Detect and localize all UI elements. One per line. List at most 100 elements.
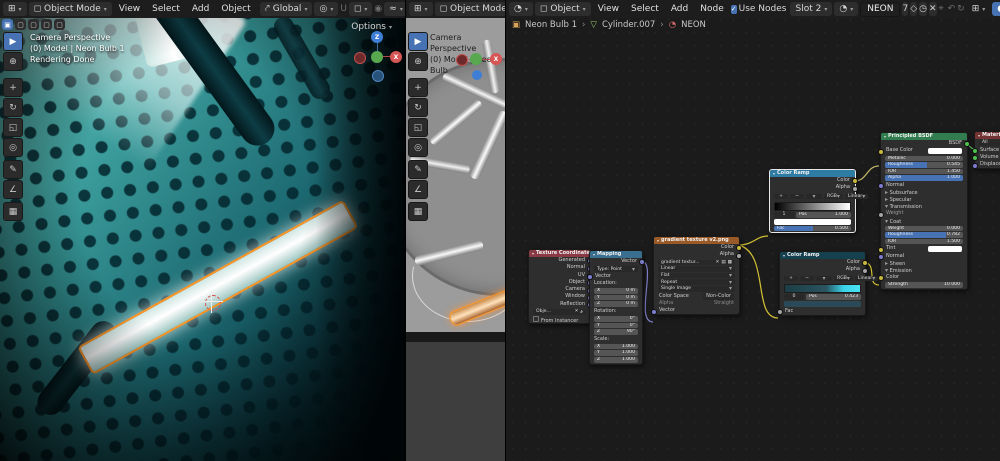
location-x[interactable]: X0 m <box>594 288 638 294</box>
gizmo-x-axis[interactable]: X <box>490 53 502 65</box>
breadcrumb-material[interactable]: NEON <box>681 20 706 30</box>
open-image-icon[interactable]: ▦ <box>728 260 732 265</box>
input-vector[interactable]: Vector <box>587 273 642 281</box>
ior-slider[interactable]: IOR 1.450 <box>885 168 963 175</box>
input-fac[interactable]: Fac <box>777 308 865 316</box>
fake-user-icon[interactable]: ◷ <box>919 2 927 16</box>
scale-y[interactable]: Y 1.000 <box>594 350 638 356</box>
coat-weight-slider[interactable]: Weight 0.000 <box>885 225 963 232</box>
input-displacement[interactable]: Displacement <box>972 161 1000 169</box>
tool-move[interactable]: + <box>3 78 23 97</box>
new-image-icon[interactable]: ▤ <box>721 260 725 265</box>
output-camera[interactable]: Camera <box>529 286 593 294</box>
input-normal[interactable]: Normal <box>878 182 967 190</box>
coat-ior-slider[interactable]: IOR 1.500 <box>885 238 963 245</box>
node-texture-coordinate[interactable]: ▾ Texture Coordinate Generated Normal UV … <box>528 249 593 324</box>
tool-rotate[interactable]: ↻ <box>408 98 428 117</box>
select-new-icon[interactable]: ▣ <box>2 19 13 30</box>
node-material-output[interactable]: ▾Material O All Surface Volume Displacem… <box>972 131 1000 170</box>
interpolation-dropdown[interactable]: Linear ▾ <box>658 265 735 272</box>
viewport-rendered[interactable]: ⊞ ▾ ◻ Object Mode ▾ View Select Add Object … <box>0 0 405 461</box>
rotation-z[interactable]: Z 90° <box>594 329 638 335</box>
rotation-x[interactable]: X 0° <box>594 315 638 322</box>
scale-x[interactable]: X 1.000 <box>594 343 638 350</box>
stop-position[interactable]: Pos 0.423 <box>806 294 861 300</box>
shader-editor[interactable]: ◔ ▾ ◻ Object ▾ View Select Add Node ✓ Use N… <box>506 0 1000 461</box>
ramp-specials-menu[interactable]: ▾ <box>816 275 832 282</box>
sheen-panel[interactable]: ▸ Sheen <box>881 260 967 267</box>
mode-dropdown[interactable]: ◻Object Mode▾ <box>434 2 505 16</box>
unlink-icon[interactable]: ✕ <box>928 2 937 16</box>
coat-tint-row[interactable]: Tint <box>878 245 967 253</box>
tool-transform[interactable]: ◎ <box>408 138 428 157</box>
output-vector[interactable]: Vector <box>590 258 645 266</box>
menu-object[interactable]: Object <box>216 4 255 14</box>
stop-position[interactable]: Pos 1.000 <box>796 212 851 218</box>
object-field[interactable]: Obje... ✕ ⌕ <box>533 309 586 315</box>
node-image-texture[interactable]: ▾ gradient texture v2.png Color Alpha gra… <box>651 236 742 316</box>
emission-strength-slider[interactable]: Strength 10.000 <box>885 282 963 288</box>
tool-transform[interactable]: ◎ <box>3 138 23 157</box>
tool-measure[interactable]: ∠ <box>408 180 428 199</box>
viewport-solid[interactable]: ⊞▾ ◻Object Mode▾ Vie ▶ ⊕ + ↻ ◱ ◎ ✎ ∠ ▦ C… <box>406 0 505 461</box>
tool-scale[interactable]: ◱ <box>3 118 23 137</box>
coat-panel[interactable]: ▾ Coat <box>881 218 967 225</box>
remove-stop-button[interactable]: − <box>790 193 804 200</box>
material-name-field[interactable]: NEON <box>860 1 901 17</box>
ramp-specials-menu[interactable]: ▾ <box>806 193 822 200</box>
gizmo-x-neg[interactable] <box>456 54 468 66</box>
interpolation-dropdown[interactable]: Linear ▾ <box>844 193 869 200</box>
pin-icon[interactable]: ⌖ <box>939 2 944 16</box>
select-extend-icon[interactable]: ▢ <box>15 19 26 30</box>
tool-scale[interactable]: ◱ <box>408 118 428 137</box>
node-principled-bsdf[interactable]: ▾ Principled BSDF BSDF Base Color Metalli… <box>878 132 970 290</box>
stop-color-swatch[interactable] <box>774 219 851 225</box>
node-mapping[interactable]: ▾ Mapping Vector Type: Point ▾ Vector Loca… <box>587 250 645 365</box>
use-nodes-checkbox[interactable]: ✓ <box>730 4 737 14</box>
output-color[interactable]: Color <box>780 259 868 267</box>
alpha-mode-row[interactable]: Alpha Straight <box>654 300 739 307</box>
browse-material-dropdown[interactable]: ◔ ▾ <box>834 2 859 16</box>
remove-stop-button[interactable]: − <box>800 275 814 282</box>
proportional-edit-icon[interactable]: ◉ <box>374 2 382 16</box>
tool-select-box[interactable]: ▶ <box>408 32 428 51</box>
menu-add[interactable]: Add <box>187 4 214 14</box>
output-color[interactable]: Color <box>770 177 858 185</box>
location-y[interactable]: Y0 m <box>594 294 638 301</box>
output-alpha[interactable]: Alpha <box>780 266 868 274</box>
editor-divider-2[interactable] <box>505 0 506 461</box>
output-normal[interactable]: Normal <box>529 264 593 272</box>
extension-dropdown[interactable]: Repeat ▾ <box>658 279 735 286</box>
location-z[interactable]: Z0 m <box>594 301 638 307</box>
editor-divider-1[interactable] <box>405 0 406 461</box>
select-invert-icon[interactable]: ▢ <box>41 19 52 30</box>
emission-panel[interactable]: ▾ Emission <box>881 267 967 274</box>
breadcrumb-mesh[interactable]: Cylinder.007 <box>602 20 655 30</box>
scale-z[interactable]: Z 1.000 <box>594 356 638 363</box>
menu-node[interactable]: Node <box>695 4 729 14</box>
gizmo-x-axis[interactable]: X <box>390 51 402 63</box>
stop-index[interactable]: 0 <box>784 294 804 300</box>
projection-dropdown[interactable]: Flat ▾ <box>658 272 735 279</box>
metallic-slider[interactable]: Metallic 0.000 <box>885 155 963 162</box>
node-color-ramp-2[interactable]: ▾ Color Ramp Color Alpha + − ▾ RGB ▾ Linea… <box>777 251 879 316</box>
pivot-dropdown[interactable]: ◎ ▾ <box>314 2 339 16</box>
fac-slider[interactable]: Fac 0.500 <box>774 225 851 232</box>
breadcrumb-object[interactable]: Neon Bulb 1 <box>525 20 577 30</box>
output-object[interactable]: Object <box>529 279 593 287</box>
gizmo-y-axis[interactable] <box>371 51 383 63</box>
menu-view[interactable]: View <box>114 4 145 14</box>
roughness-slider[interactable]: Roughness 0.545 <box>885 162 963 168</box>
tool-cursor[interactable]: ⊕ <box>408 52 428 71</box>
input-coat-normal[interactable]: Normal <box>878 253 967 261</box>
from-instancer-checkbox[interactable]: From Instancer <box>529 315 590 324</box>
alpha-slider[interactable]: Alpha 1.000 <box>885 175 963 181</box>
input-transmission-weight[interactable]: Weight <box>878 210 967 218</box>
cursor-3d[interactable] <box>205 295 221 311</box>
node-color-ramp-1[interactable]: ▾ Color Ramp Color Alpha + − ▾ RGB ▾ Linea… <box>769 169 869 234</box>
falloff-dropdown[interactable]: ≈ ▾ <box>384 2 405 16</box>
output-color[interactable]: Color <box>654 244 742 252</box>
input-vector[interactable]: Vector <box>651 307 739 315</box>
add-stop-button[interactable]: + <box>774 193 788 200</box>
shield-icon[interactable]: ◇ <box>910 2 918 16</box>
